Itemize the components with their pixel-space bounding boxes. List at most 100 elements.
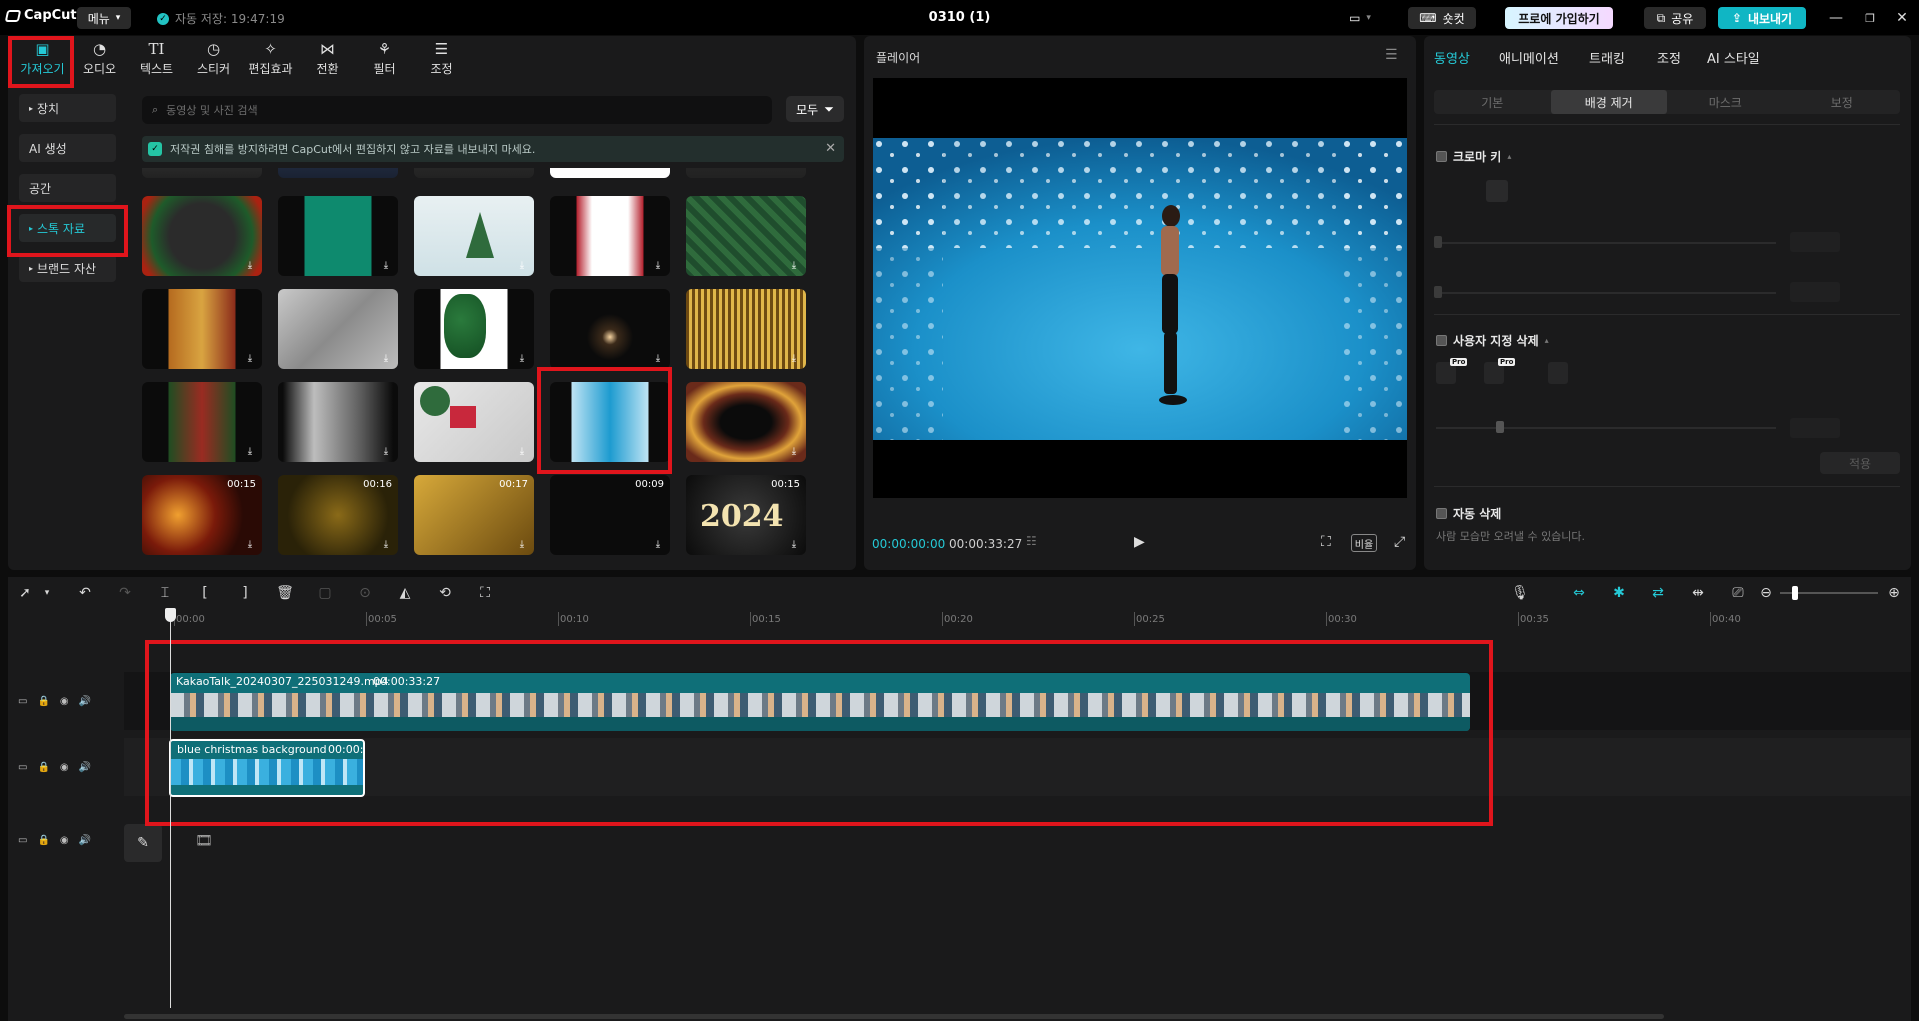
- film-icon[interactable]: 🎞: [195, 833, 213, 849]
- zoom-slider-handle[interactable]: [1792, 586, 1798, 600]
- stock-thumbnail[interactable]: [414, 168, 534, 178]
- edit-cover-button[interactable]: ✎: [124, 824, 162, 862]
- chroma-key-section[interactable]: 크로마 키 ▴: [1436, 148, 1511, 165]
- sidebar-item-brand-assets[interactable]: ▸ 브랜드 자산: [19, 254, 116, 282]
- download-icon[interactable]: ⤓: [516, 446, 528, 458]
- stock-thumbnail[interactable]: [142, 168, 262, 178]
- stock-thumbnail[interactable]: 00:17 ⤓: [414, 475, 534, 555]
- chroma-key-checkbox[interactable]: [1436, 151, 1447, 162]
- tab-tracking[interactable]: 트래킹: [1589, 48, 1625, 67]
- export-button[interactable]: ⇪ 내보내기: [1718, 7, 1806, 29]
- stock-thumbnail[interactable]: ⤓: [142, 382, 262, 462]
- stock-thumbnail[interactable]: ⤓: [414, 196, 534, 276]
- hamburger-icon[interactable]: ☰: [1385, 47, 1398, 63]
- stock-thumbnail[interactable]: ⤓: [414, 289, 534, 369]
- lock-icon[interactable]: 🔒: [37, 696, 49, 707]
- download-icon[interactable]: ⤓: [380, 539, 392, 551]
- custom-remove-checkbox[interactable]: [1436, 335, 1447, 346]
- main-track-magnet-icon[interactable]: ⇔: [1569, 583, 1589, 603]
- custom-remove-section[interactable]: 사용자 지정 삭제 ▴: [1436, 332, 1549, 349]
- rotate-icon[interactable]: ⟲: [435, 583, 455, 603]
- slider-handle[interactable]: [1434, 286, 1442, 298]
- download-icon[interactable]: ⤓: [380, 446, 392, 458]
- zoom-out-icon[interactable]: ⊖: [1756, 583, 1776, 603]
- download-icon[interactable]: ⤓: [244, 260, 256, 272]
- stock-thumbnail[interactable]: [550, 168, 670, 178]
- tab-ai-style[interactable]: AI 스타일: [1707, 48, 1760, 67]
- time-ruler[interactable]: 00:00 00:05 00:10 00:15 00:20 00:25 00:3…: [120, 606, 1911, 626]
- search-input[interactable]: ⌕ 동영상 및 사진 검색: [142, 96, 772, 124]
- auto-remove-section[interactable]: 자동 삭제: [1436, 505, 1501, 522]
- fit-screen-icon[interactable]: ⛶: [1321, 534, 1331, 550]
- stock-thumbnail[interactable]: ⤓: [550, 196, 670, 276]
- slider-handle[interactable]: [1434, 236, 1442, 248]
- sidebar-item-stock[interactable]: ▸ 스톡 자료: [19, 214, 116, 242]
- tab-transition[interactable]: ⋈ 전환: [299, 36, 356, 82]
- stock-thumbnail[interactable]: ⤓: [142, 289, 262, 369]
- download-icon[interactable]: ⤓: [652, 260, 664, 272]
- eye-icon[interactable]: ◉: [60, 762, 69, 773]
- speaker-icon[interactable]: 🔊: [79, 835, 91, 846]
- stock-thumbnail[interactable]: 00:16 ⤓: [278, 475, 398, 555]
- shadow-slider[interactable]: [1436, 292, 1776, 294]
- tab-adjust-props[interactable]: 조정: [1657, 48, 1681, 67]
- tab-sticker[interactable]: ◷ 스티커: [185, 36, 242, 82]
- stock-thumbnail[interactable]: 00:15 ⤓: [142, 475, 262, 555]
- timeline-clip-main-video[interactable]: KakaoTalk_20240307_225031249.mp4 00:00:3…: [170, 673, 1470, 731]
- tab-animation[interactable]: 애니메이션: [1499, 48, 1559, 67]
- download-icon[interactable]: ⤓: [788, 446, 800, 458]
- cover-icon[interactable]: ▭: [18, 762, 27, 773]
- eye-icon[interactable]: ◉: [60, 835, 69, 846]
- tab-video[interactable]: 동영상: [1434, 48, 1470, 67]
- stock-thumbnail[interactable]: ⤓: [142, 196, 262, 276]
- download-icon[interactable]: ⤓: [244, 446, 256, 458]
- stock-thumbnail-blue-christmas[interactable]: [550, 382, 670, 462]
- freeze-icon[interactable]: ▢: [315, 583, 335, 603]
- restore-icon[interactable]: ❐: [1856, 8, 1884, 28]
- subtab-basic[interactable]: 기본: [1434, 90, 1551, 114]
- undo-icon[interactable]: ↶: [75, 583, 95, 603]
- play-icon[interactable]: ▶: [1134, 534, 1145, 550]
- tab-adjust[interactable]: ☰ 조정: [413, 36, 470, 82]
- tab-audio[interactable]: ◔ 오디오: [71, 36, 128, 82]
- brush-size-slider[interactable]: [1436, 427, 1776, 429]
- subtab-background-removal[interactable]: 배경 제거: [1550, 90, 1667, 114]
- sidebar-item-ai-generate[interactable]: AI 생성: [19, 134, 116, 162]
- select-cursor-icon[interactable]: ➚: [15, 583, 35, 603]
- auto-remove-checkbox[interactable]: [1436, 508, 1447, 519]
- stock-thumbnail[interactable]: ⤓: [278, 196, 398, 276]
- download-icon[interactable]: ⤓: [516, 353, 528, 365]
- subtab-mask[interactable]: 마스크: [1667, 90, 1784, 114]
- lock-icon[interactable]: 🔒: [37, 762, 49, 773]
- mirror-icon[interactable]: ◭: [395, 583, 415, 603]
- preview-axis-icon[interactable]: ⎚: [1728, 583, 1748, 603]
- stock-thumbnail[interactable]: ⤓: [414, 382, 534, 462]
- redo-icon[interactable]: ↷: [115, 583, 135, 603]
- lock-icon[interactable]: 🔒: [37, 835, 49, 846]
- download-icon[interactable]: ⤓: [516, 260, 528, 272]
- download-icon[interactable]: ⤓: [380, 260, 392, 272]
- download-icon[interactable]: ⤓: [244, 539, 256, 551]
- sidebar-item-device[interactable]: ▸ 장치: [19, 94, 116, 122]
- timeline-clip-blue-christmas[interactable]: blue christmas background 00:00:0: [169, 739, 365, 797]
- cover-icon[interactable]: ▭: [18, 835, 27, 846]
- stock-thumbnail[interactable]: ⤓: [278, 382, 398, 462]
- playhead-line[interactable]: [170, 608, 171, 1008]
- crop-icon[interactable]: ⛶: [475, 583, 495, 603]
- intensity-slider[interactable]: [1436, 242, 1776, 244]
- delete-icon[interactable]: 🗑: [275, 583, 295, 603]
- reverse-icon[interactable]: ⊙: [355, 583, 375, 603]
- intensity-value-field[interactable]: [1790, 232, 1840, 252]
- pro-subscribe-button[interactable]: 프로에 가입하기: [1505, 7, 1613, 29]
- download-icon[interactable]: ⤓: [380, 353, 392, 365]
- tab-filter[interactable]: ⚘ 필터: [356, 36, 413, 82]
- chevron-down-icon[interactable]: ▾: [37, 583, 57, 603]
- timecode-list-icon[interactable]: ☷: [1026, 534, 1037, 548]
- stock-thumbnail[interactable]: ⤓: [550, 289, 670, 369]
- tab-effects[interactable]: ✧ 편집효과: [242, 36, 299, 82]
- download-icon[interactable]: ⤓: [788, 260, 800, 272]
- zoom-in-icon[interactable]: ⊕: [1884, 583, 1904, 603]
- menu-button[interactable]: 메뉴 ▾: [77, 7, 131, 29]
- download-icon[interactable]: ⤓: [788, 539, 800, 551]
- timeline-scrollbar[interactable]: [124, 1014, 1664, 1019]
